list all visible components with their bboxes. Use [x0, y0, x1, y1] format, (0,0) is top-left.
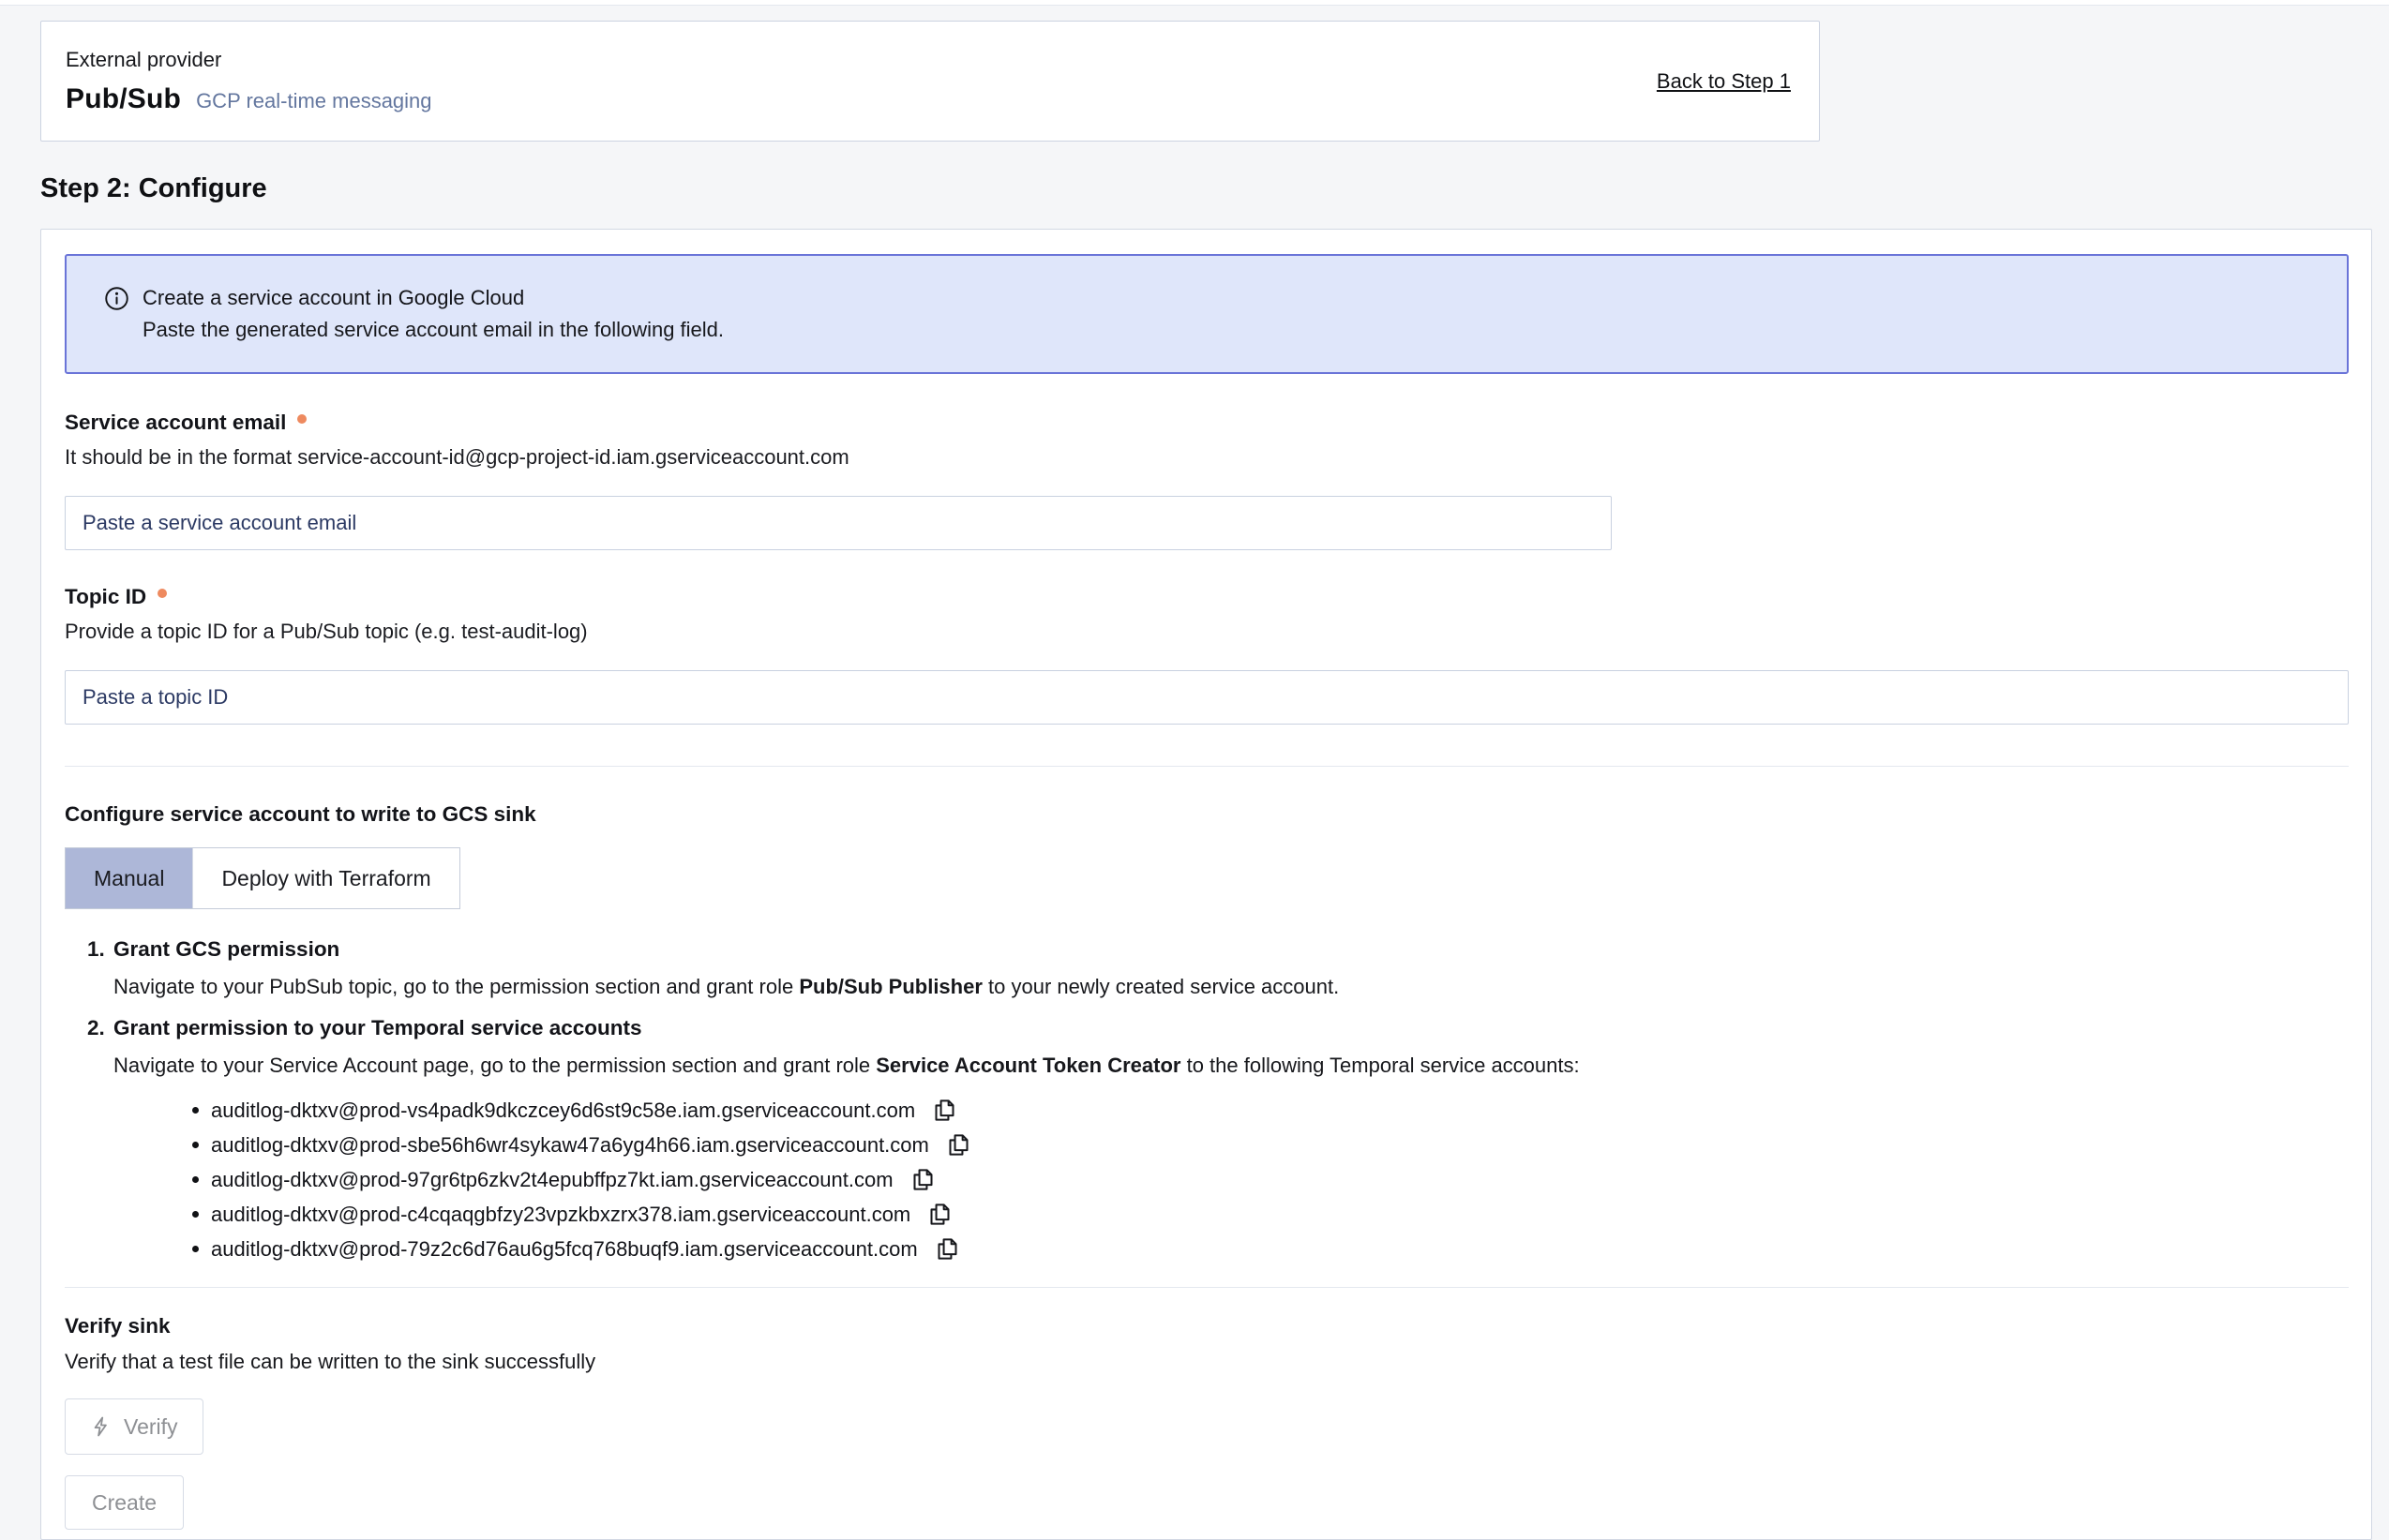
top-divider	[0, 0, 2389, 6]
step-2-body-suffix: to the following Temporal service accoun…	[1180, 1054, 1579, 1077]
service-account-email-text: auditlog-dktxv@prod-c4cqaqgbfzy23vpzkbxz…	[211, 1203, 910, 1227]
bullet-icon	[192, 1142, 199, 1148]
verify-sink-description: Verify that a test file can be written t…	[65, 1348, 2349, 1376]
provider-info: External provider Pub/Sub GCP real-time …	[66, 48, 432, 115]
list-item: auditlog-dktxv@prod-79z2c6d76au6g5fcq768…	[113, 1232, 2349, 1266]
temporal-service-account-list: auditlog-dktxv@prod-vs4padk9dkczcey6d6st…	[113, 1093, 2349, 1266]
verify-button[interactable]: Verify	[65, 1398, 203, 1455]
tab-manual[interactable]: Manual	[66, 848, 192, 908]
list-item: auditlog-dktxv@prod-vs4padk9dkczcey6d6st…	[113, 1093, 2349, 1128]
bullet-icon	[192, 1246, 199, 1252]
verify-sink-heading: Verify sink	[65, 1312, 2349, 1340]
service-account-email-text: auditlog-dktxv@prod-79z2c6d76au6g5fcq768…	[211, 1237, 918, 1262]
info-banner-text: Create a service account in Google Cloud…	[143, 284, 724, 344]
provider-eyebrow: External provider	[66, 48, 432, 72]
step-2-role-name: Service Account Token Creator	[876, 1054, 1180, 1077]
bullet-icon	[192, 1176, 199, 1183]
sink-config-tabs: Manual Deploy with Terraform	[65, 847, 460, 909]
copy-icon[interactable]	[910, 1167, 936, 1192]
back-to-step-1-link[interactable]: Back to Step 1	[1657, 69, 1791, 94]
section-divider	[65, 766, 2349, 767]
section-divider	[65, 1287, 2349, 1288]
step-1-title: Grant GCS permission	[113, 935, 2349, 964]
info-banner-title: Create a service account in Google Cloud	[143, 284, 724, 312]
provider-name: Pub/Sub	[66, 83, 181, 115]
copy-icon[interactable]	[932, 1098, 957, 1123]
lightning-icon	[90, 1415, 113, 1438]
service-account-email-input[interactable]	[65, 496, 1612, 550]
service-account-email-text: auditlog-dktxv@prod-97gr6tp6zkv2t4epubff…	[211, 1168, 894, 1192]
info-banner-body: Paste the generated service account emai…	[143, 316, 724, 344]
verify-button-label: Verify	[124, 1414, 178, 1440]
topic-id-description: Provide a topic ID for a Pub/Sub topic (…	[65, 618, 2349, 646]
tab-deploy-with-terraform[interactable]: Deploy with Terraform	[192, 848, 458, 908]
page-title: Step 2: Configure	[40, 173, 2389, 204]
service-account-email-text: auditlog-dktxv@prod-vs4padk9dkczcey6d6st…	[211, 1099, 915, 1123]
topic-id-label-row: Topic ID	[65, 584, 2349, 610]
step-2-title: Grant permission to your Temporal servic…	[113, 1014, 2349, 1042]
step-number: 1.	[87, 935, 105, 964]
service-account-email-description: It should be in the format service-accou…	[65, 443, 2349, 471]
step-number: 2.	[87, 1014, 105, 1042]
copy-icon[interactable]	[946, 1132, 971, 1158]
service-account-email-text: auditlog-dktxv@prod-sbe56h6wr4sykaw47a6y…	[211, 1133, 929, 1158]
step-2-body: Navigate to your Service Account page, g…	[113, 1052, 2349, 1080]
info-icon	[104, 286, 129, 311]
create-button[interactable]: Create	[65, 1475, 184, 1530]
configure-sink-heading: Configure service account to write to GC…	[65, 800, 2349, 829]
bullet-icon	[192, 1107, 199, 1114]
topic-id-input[interactable]	[65, 670, 2349, 725]
step-1-body-suffix: to your newly created service account.	[983, 975, 1339, 998]
provider-tagline: GCP real-time messaging	[196, 89, 431, 113]
info-banner: Create a service account in Google Cloud…	[65, 254, 2349, 374]
provider-name-row: Pub/Sub GCP real-time messaging	[66, 83, 432, 115]
required-dot-icon	[158, 589, 167, 598]
configure-card: Create a service account in Google Cloud…	[40, 229, 2372, 1540]
service-account-email-label-row: Service account email	[65, 410, 2349, 436]
step-2-body-prefix: Navigate to your Service Account page, g…	[113, 1054, 876, 1077]
bullet-icon	[192, 1211, 199, 1218]
copy-icon[interactable]	[927, 1202, 953, 1227]
list-item: auditlog-dktxv@prod-c4cqaqgbfzy23vpzkbxz…	[113, 1197, 2349, 1232]
create-button-label: Create	[92, 1490, 157, 1516]
step-1-body: Navigate to your PubSub topic, go to the…	[113, 973, 2349, 1001]
instruction-step-2: 2. Grant permission to your Temporal ser…	[65, 1014, 2349, 1266]
list-item: auditlog-dktxv@prod-97gr6tp6zkv2t4epubff…	[113, 1162, 2349, 1197]
step-1-body-prefix: Navigate to your PubSub topic, go to the…	[113, 975, 799, 998]
service-account-email-label: Service account email	[65, 410, 286, 436]
manual-instructions: 1. Grant GCS permission Navigate to your…	[65, 935, 2349, 1266]
copy-icon[interactable]	[935, 1236, 960, 1262]
list-item: auditlog-dktxv@prod-sbe56h6wr4sykaw47a6y…	[113, 1128, 2349, 1162]
required-dot-icon	[297, 414, 307, 424]
provider-card: External provider Pub/Sub GCP real-time …	[40, 21, 1820, 142]
topic-id-label: Topic ID	[65, 584, 146, 610]
instruction-step-1: 1. Grant GCS permission Navigate to your…	[65, 935, 2349, 1001]
step-1-role-name: Pub/Sub Publisher	[799, 975, 983, 998]
